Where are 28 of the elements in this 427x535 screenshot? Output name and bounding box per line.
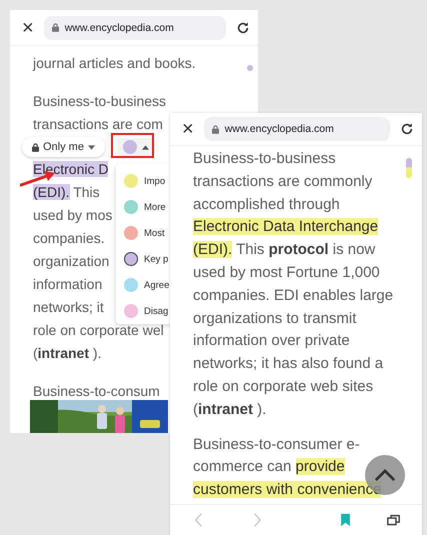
chevron-up-icon	[374, 468, 396, 482]
color-option[interactable]: Key p	[116, 246, 173, 272]
close-icon[interactable]: ×	[182, 119, 194, 139]
color-option[interactable]: Impo	[116, 168, 173, 194]
paragraph: Business-to-consum	[33, 382, 160, 401]
address-bar[interactable]: www.encyclopedia.com	[44, 16, 226, 40]
paragraph: journal articles and books.	[33, 54, 196, 73]
lock-icon	[212, 124, 219, 134]
caret-icon	[88, 144, 95, 150]
color-option[interactable]: Agree	[116, 272, 173, 298]
lock-icon	[32, 142, 39, 152]
scroll-marker	[247, 65, 253, 71]
privacy-dropdown[interactable]: Only me	[22, 137, 105, 157]
color-option[interactable]: More	[116, 194, 173, 220]
color-picker-button[interactable]	[116, 138, 155, 156]
tabs-icon[interactable]	[387, 514, 400, 526]
paragraph: Business-to-business transactions are commonly accomplished through Electronic Data Interchange (EDI). This protocol is now used by most Fortune 1,000 companies. EDI enables large organizations to transmit information over private networks; it has also found a role on corporate web sites (intranet ).	[193, 149, 394, 420]
bookmark-icon[interactable]	[340, 513, 351, 527]
reload-icon[interactable]	[236, 20, 250, 34]
color-option[interactable]: Most	[116, 220, 173, 246]
lock-icon	[52, 23, 59, 32]
address-bar[interactable]: www.encyclopedia.com	[204, 117, 390, 141]
caret-icon	[142, 144, 149, 150]
close-icon[interactable]: ×	[22, 18, 34, 38]
color-option[interactable]: Disag	[116, 298, 173, 324]
highlight-frame	[111, 133, 154, 158]
reload-icon[interactable]	[400, 122, 414, 136]
scroll-marker	[406, 158, 412, 178]
